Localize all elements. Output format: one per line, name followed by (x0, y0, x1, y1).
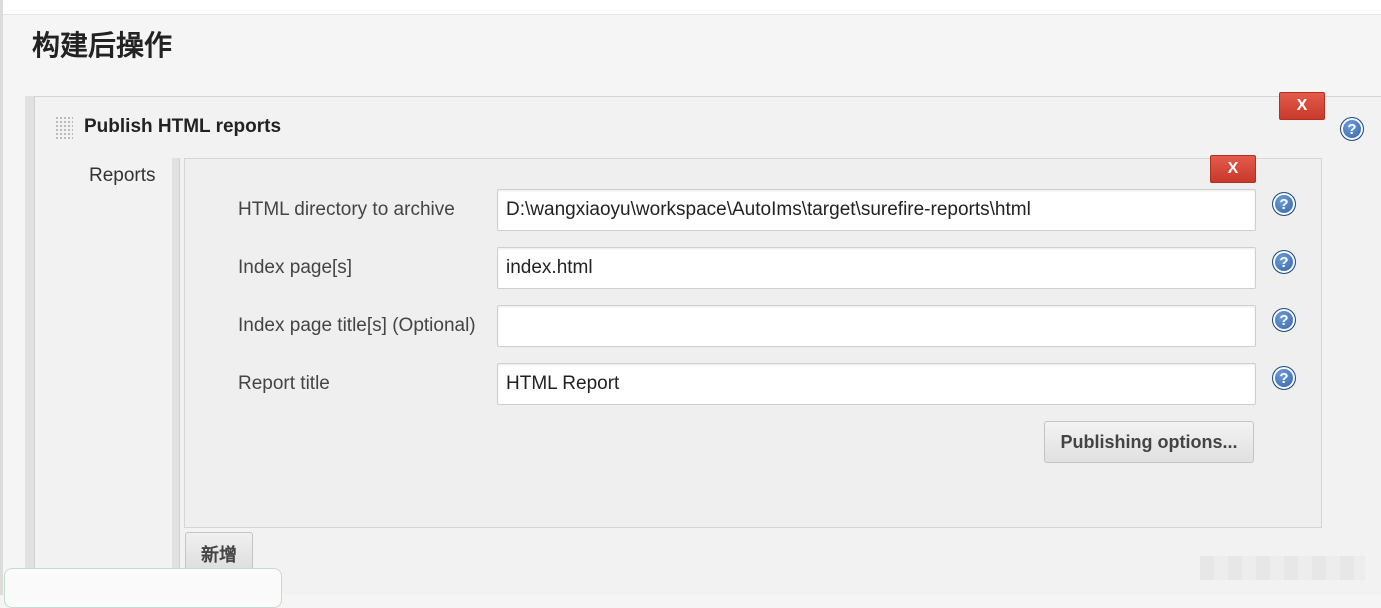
add-report-label: 新增 (201, 545, 237, 566)
top-border (0, 0, 1381, 15)
help-glyph: ? (1279, 311, 1289, 329)
help-glyph: ? (1279, 369, 1289, 387)
help-icon[interactable]: ? (1272, 308, 1296, 332)
watermark (1200, 556, 1365, 580)
delete-publisher-label: X (1296, 97, 1308, 114)
index-page-input[interactable] (497, 247, 1256, 289)
drag-handle-icon[interactable] (55, 116, 73, 140)
publishing-options-button[interactable]: Publishing options... (1044, 421, 1254, 463)
left-edge (0, 0, 3, 595)
help-icon[interactable]: ? (1272, 366, 1296, 390)
section-title: 构建后操作 (32, 29, 173, 62)
help-icon[interactable]: ? (1272, 250, 1296, 274)
reports-label: Reports (89, 165, 156, 186)
delete-report-button[interactable]: X (1210, 155, 1256, 183)
help-icon[interactable]: ? (1272, 192, 1296, 216)
report-title-label: Report title (238, 373, 330, 394)
publisher-rail (25, 96, 35, 595)
html-directory-label: HTML directory to archive (238, 199, 455, 220)
delete-publisher-button[interactable]: X (1279, 92, 1325, 120)
index-page-title-label: Index page title[s] (Optional) (238, 315, 476, 336)
help-glyph: ? (1347, 120, 1357, 138)
delete-report-label: X (1227, 160, 1239, 177)
index-page-label: Index page[s] (238, 257, 353, 278)
help-glyph: ? (1279, 253, 1289, 271)
help-icon[interactable]: ? (1340, 117, 1364, 141)
publishing-options-label: Publishing options... (1060, 431, 1238, 452)
reports-rail (172, 158, 180, 595)
html-directory-input[interactable] (497, 189, 1256, 231)
help-glyph: ? (1279, 195, 1289, 213)
bottom-container (4, 568, 282, 608)
index-page-title-input[interactable] (497, 305, 1256, 347)
report-title-input[interactable] (497, 363, 1256, 405)
publisher-title: Publish HTML reports (84, 116, 282, 137)
